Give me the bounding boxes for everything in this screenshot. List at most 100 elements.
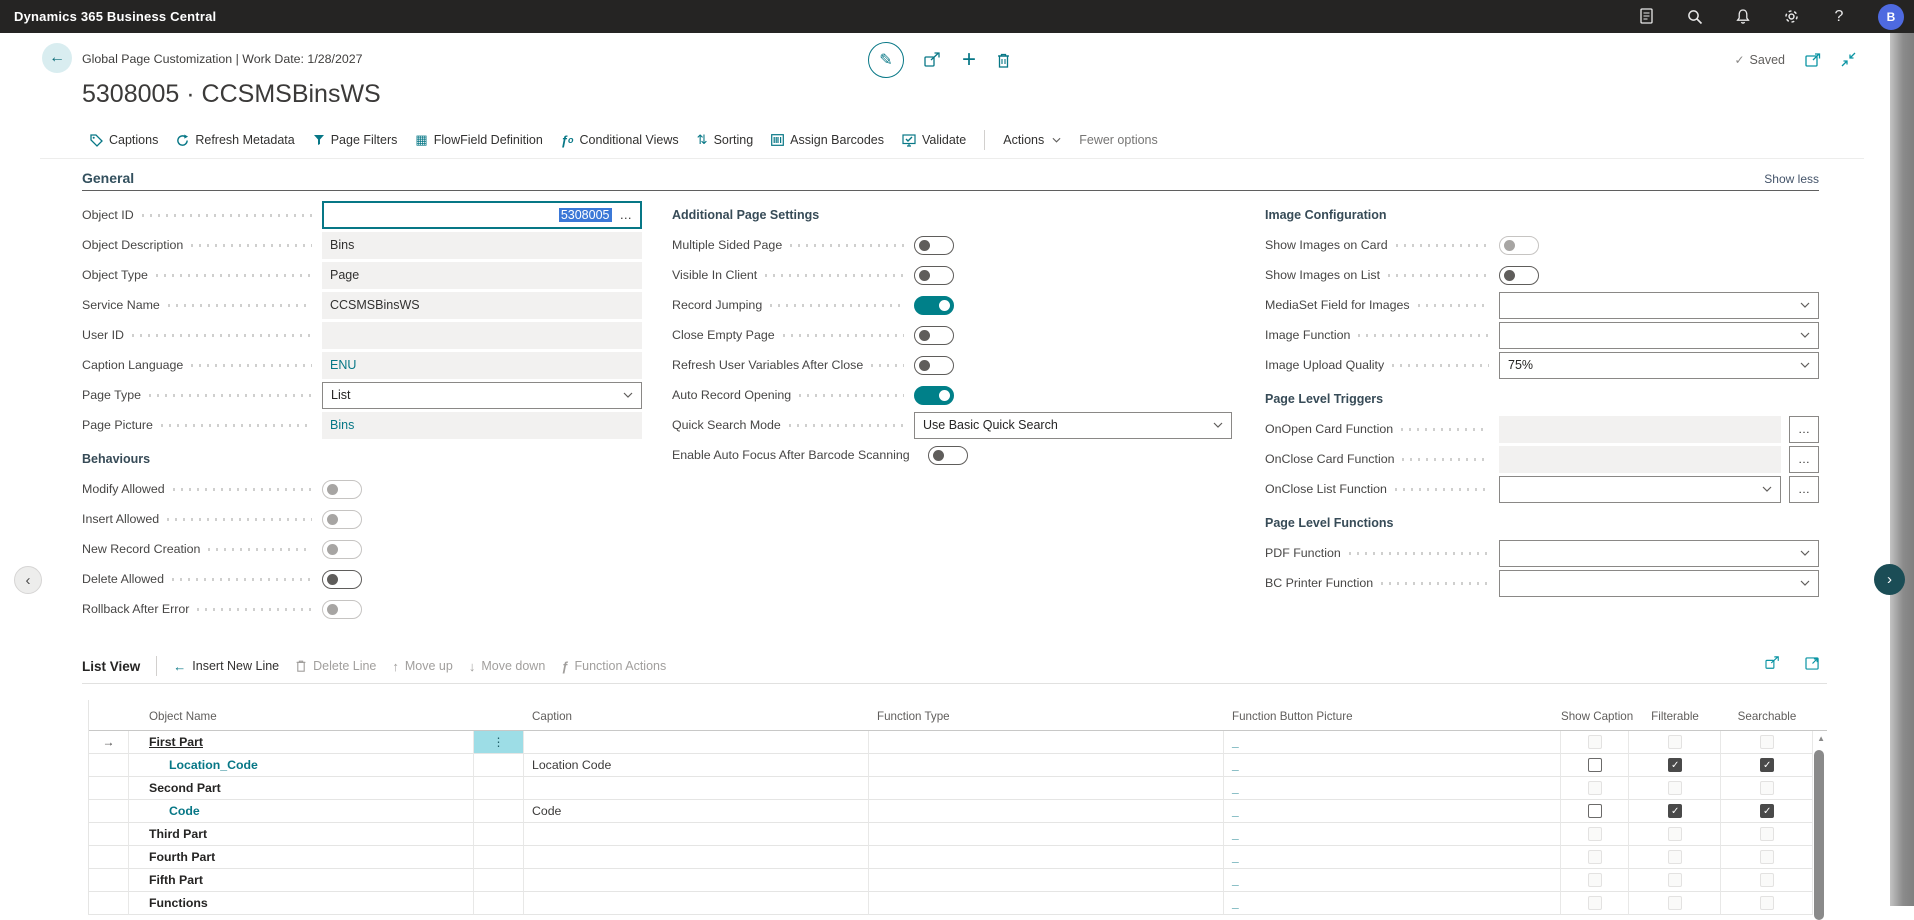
object-name-link[interactable]: Second Part (129, 781, 221, 795)
user-avatar[interactable]: B (1878, 4, 1904, 30)
onopen-card-assist-button[interactable]: … (1789, 416, 1819, 443)
close-empty-page-toggle[interactable] (914, 326, 954, 345)
col-header-searchable[interactable]: Searchable (1721, 710, 1813, 730)
notifications-bell-icon[interactable] (1734, 8, 1752, 26)
function-button-picture-link[interactable]: _ (1232, 850, 1239, 864)
fewer-options-button[interactable]: Fewer options (1079, 133, 1158, 147)
new-plus-button[interactable]: + (962, 51, 976, 69)
refresh-user-variables-toggle[interactable] (914, 356, 954, 375)
record-jumping-toggle[interactable] (914, 296, 954, 315)
image-function-select[interactable] (1499, 322, 1819, 349)
function-button-picture-link[interactable]: _ (1232, 804, 1239, 818)
show-caption-checkbox[interactable] (1588, 758, 1602, 772)
col-header-show-caption[interactable]: Show Caption (1561, 710, 1629, 730)
show-caption-checkbox[interactable] (1588, 804, 1602, 818)
assist-edit-icon[interactable]: … (620, 208, 634, 222)
image-upload-quality-select[interactable]: 75% (1499, 352, 1819, 379)
object-type-value: Page (322, 262, 642, 289)
function-button-picture-link[interactable]: _ (1232, 827, 1239, 841)
onclose-card-assist-button[interactable]: … (1789, 446, 1819, 473)
page-picture-link[interactable]: Bins (322, 412, 642, 439)
object-name-link[interactable]: Fifth Part (129, 873, 203, 887)
filterable-checkbox (1668, 827, 1682, 841)
flowfield-definition-button[interactable]: ▦ FlowField Definition (415, 132, 542, 148)
next-record-arrow-button[interactable]: › (1874, 564, 1905, 595)
insert-new-line-button[interactable]: ← Insert New Line (173, 659, 279, 674)
col-header-function-type[interactable]: Function Type (869, 710, 1224, 730)
delete-allowed-toggle[interactable] (322, 570, 362, 589)
page-type-select[interactable]: List (322, 382, 642, 409)
sorting-button[interactable]: ⇅ Sorting (697, 132, 754, 148)
col-header-function-button-picture[interactable]: Function Button Picture (1224, 710, 1561, 730)
filterable-checkbox[interactable] (1668, 758, 1682, 772)
field-insert-allowed: Insert Allowed (82, 504, 642, 534)
delete-trash-icon[interactable] (996, 52, 1011, 69)
page-filters-button[interactable]: Page Filters (313, 133, 398, 147)
show-images-list-toggle[interactable] (1499, 266, 1539, 285)
chevron-down-icon (1762, 486, 1772, 492)
function-button-picture-link[interactable]: _ (1232, 781, 1239, 795)
object-name-link[interactable]: Location_Code (129, 758, 258, 772)
caption-language-link[interactable]: ENU (322, 352, 642, 379)
edit-pencil-button[interactable]: ✎ (868, 42, 904, 78)
searchable-checkbox[interactable] (1760, 758, 1774, 772)
field-modify-allowed: Modify Allowed (82, 474, 642, 504)
field-bc-printer-function: BC Printer Function (1265, 568, 1819, 598)
col-header-caption[interactable]: Caption (524, 710, 869, 730)
collapse-icon[interactable] (1841, 52, 1856, 67)
refresh-metadata-button[interactable]: Refresh Metadata (176, 133, 294, 147)
field-onclose-card-function: OnClose Card Function … (1265, 444, 1819, 474)
function-icon: ƒ (561, 659, 568, 674)
conditional-views-button[interactable]: ƒo Conditional Views (561, 133, 679, 148)
settings-gear-icon[interactable] (1782, 8, 1800, 26)
object-name-link[interactable]: First Part (129, 735, 203, 749)
onclose-list-assist-button[interactable]: … (1789, 476, 1819, 503)
col-header-object-name[interactable]: Object Name (129, 710, 474, 730)
open-in-window-icon[interactable] (1805, 53, 1821, 67)
previous-record-arrow-button[interactable]: ‹ (14, 566, 42, 594)
function-button-picture-link[interactable]: _ (1232, 758, 1239, 772)
share-icon[interactable] (924, 52, 942, 68)
function-button-picture-link[interactable]: _ (1232, 873, 1239, 887)
chevron-down-icon (1052, 137, 1061, 143)
filterable-checkbox (1668, 896, 1682, 910)
bc-printer-function-select[interactable] (1499, 570, 1819, 597)
table-scrollbar-thumb[interactable] (1814, 750, 1824, 920)
object-id-input[interactable]: 5308005 … (322, 201, 642, 229)
actions-menu-button[interactable]: Actions (1003, 133, 1061, 147)
object-name-link[interactable]: Fourth Part (129, 850, 215, 864)
quick-search-mode-select[interactable]: Use Basic Quick Search (914, 412, 1232, 439)
function-button-picture-link[interactable]: _ (1232, 896, 1239, 910)
help-icon[interactable]: ? (1830, 8, 1848, 26)
assign-barcodes-button[interactable]: Assign Barcodes (771, 133, 884, 147)
page-scrollbar[interactable] (1890, 33, 1914, 906)
function-button-picture-link[interactable]: _ (1232, 735, 1239, 749)
row-selector-arrow[interactable]: → (89, 731, 129, 754)
enable-auto-focus-toggle[interactable] (928, 446, 968, 465)
field-object-description: Object Description Bins (82, 230, 642, 260)
table-scroll-up-icon[interactable]: ▲ (1817, 734, 1825, 743)
field-multiple-sided-page: Multiple Sided Page (672, 230, 1232, 260)
open-in-excel-icon[interactable] (1805, 657, 1820, 670)
back-arrow-button[interactable]: ← (42, 43, 72, 73)
col-header-filterable[interactable]: Filterable (1629, 710, 1721, 730)
tell-me-icon[interactable] (1638, 8, 1656, 26)
visible-in-client-toggle[interactable] (914, 266, 954, 285)
pdf-function-select[interactable] (1499, 540, 1819, 567)
field-show-images-card: Show Images on Card (1265, 230, 1819, 260)
mediaset-field-select[interactable] (1499, 292, 1819, 319)
filterable-checkbox[interactable] (1668, 804, 1682, 818)
search-icon[interactable] (1686, 8, 1704, 26)
share-icon[interactable] (1765, 656, 1781, 670)
row-options-dots-button[interactable]: ⋮ (474, 731, 524, 754)
validate-button[interactable]: Validate (902, 133, 966, 147)
onclose-list-function-select[interactable] (1499, 476, 1781, 503)
captions-button[interactable]: Captions (90, 133, 158, 147)
searchable-checkbox[interactable] (1760, 804, 1774, 818)
auto-record-opening-toggle[interactable] (914, 386, 954, 405)
multiple-sided-page-toggle[interactable] (914, 236, 954, 255)
show-less-link[interactable]: Show less (1764, 172, 1819, 190)
object-name-link[interactable]: Code (129, 804, 200, 818)
object-name-link[interactable]: Functions (129, 896, 208, 910)
object-name-link[interactable]: Third Part (129, 827, 207, 841)
